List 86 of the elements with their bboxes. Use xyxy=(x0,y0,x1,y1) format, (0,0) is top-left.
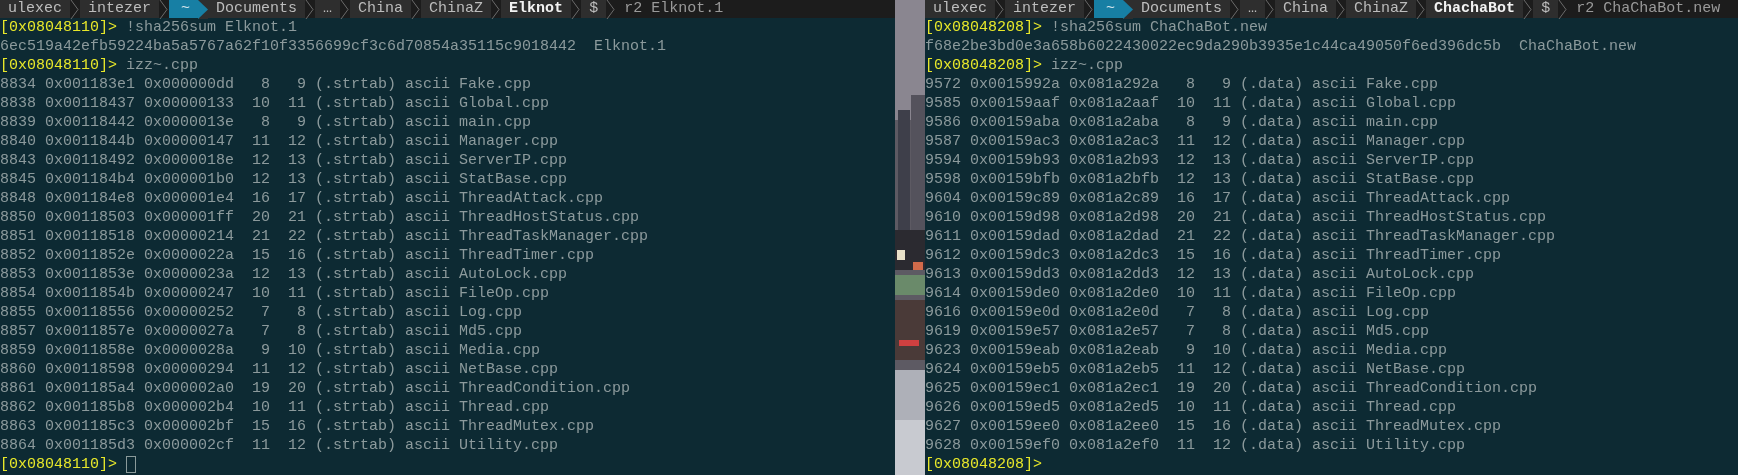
output-line: 8850 0x00118503 0x000001ff 20 21 (.strtab) ascii ThreadHostStatus.cpp xyxy=(0,208,640,227)
path-segment: ChinaZ xyxy=(1346,0,1417,18)
output-line: 8851 0x00118518 0x00000214 21 22 (.strtab) ascii ThreadTaskManager.cpp xyxy=(0,227,649,246)
command-text: !sha256sum ChaChaBot.new xyxy=(1050,18,1268,37)
output-line: 9616 0x00159e0d 0x081a2e0d 7 8 (.data) ascii Log.cpp xyxy=(925,303,1430,322)
output-line: 8834 0x001183e1 0x000000dd 8 9 (.strtab) ascii Fake.cpp xyxy=(0,75,532,94)
chevron-icon xyxy=(70,0,80,19)
chevron-icon xyxy=(995,0,1005,19)
command-text: izz~.cpp xyxy=(125,56,199,75)
path-segment: … xyxy=(315,0,341,18)
path-segment: … xyxy=(1240,0,1266,18)
output-line: 8861 0x001185a4 0x000002a0 19 20 (.strtab) ascii ThreadCondition.cpp xyxy=(0,379,631,398)
chevron-icon xyxy=(1230,0,1241,19)
output-line: 9625 0x00159ec1 0x081a2ec1 19 20 (.data) ascii ThreadCondition.cpp xyxy=(925,379,1538,398)
output-line: 8845 0x001184b4 0x000001b0 12 13 (.strtab) ascii StatBase.cpp xyxy=(0,170,568,189)
output-line: 8863 0x001185c3 0x000002bf 15 16 (.strtab) ascii ThreadMutex.cpp xyxy=(0,417,595,436)
chevron-icon xyxy=(1084,0,1095,19)
chevron-icon xyxy=(1523,0,1534,19)
output-line: 9628 0x00159ef0 0x081a2ef0 11 12 (.data) ascii Utility.cpp xyxy=(925,436,1466,455)
output-line: 8859 0x0011858e 0x0000028a 9 10 (.strtab) ascii Media.cpp xyxy=(0,341,541,360)
output-line: 8838 0x00118437 0x00000133 10 11 (.strtab) ascii Global.cpp xyxy=(0,94,550,113)
prompt-text: [0x08048110]> xyxy=(0,18,118,37)
path-segment: Elknot xyxy=(501,0,572,18)
output-line: 9572 0x0015992a 0x081a292a 8 9 (.data) ascii Fake.cpp xyxy=(925,75,1439,94)
chevron-icon xyxy=(1416,0,1427,19)
chevron-icon xyxy=(1558,0,1569,19)
prompt-text: [0x08048110]> xyxy=(0,56,118,75)
output-line: 9585 0x00159aaf 0x081a2aaf 10 11 (.data) ascii Global.cpp xyxy=(925,94,1457,113)
output-line: 9619 0x00159e57 0x081a2e57 7 8 (.data) ascii Md5.cpp xyxy=(925,322,1430,341)
output-line: 9598 0x00159bfb 0x081a2bfb 12 13 (.data) ascii StatBase.cpp xyxy=(925,170,1475,189)
output-line: 8855 0x00118556 0x00000252 7 8 (.strtab) ascii Log.cpp xyxy=(0,303,523,322)
output-line: 8860 0x00118598 0x00000294 11 12 (.strtab) ascii NetBase.cpp xyxy=(0,360,559,379)
path-segment: ulexec xyxy=(0,0,70,18)
path-segment: Documents xyxy=(1133,0,1231,18)
chevron-icon xyxy=(411,0,422,19)
command-text: r2 Elknot.1 xyxy=(624,0,724,18)
prompt-text: [0x08048208]> xyxy=(925,56,1043,75)
path-segment: $ xyxy=(1533,0,1559,18)
output-line: 9612 0x00159dc3 0x081a2dc3 15 16 (.data) ascii ThreadTimer.cpp xyxy=(925,246,1502,265)
chevron-icon xyxy=(491,0,502,19)
output-line: 8840 0x0011844b 0x00000147 11 12 (.strtab) ascii Manager.cpp xyxy=(0,132,559,151)
prompt-text: [0x08048208]> xyxy=(925,455,1043,474)
chevron-icon xyxy=(305,0,316,19)
output-line: 8848 0x001184e8 0x000001e4 16 17 (.strtab) ascii ThreadAttack.cpp xyxy=(0,189,604,208)
output-line: 8854 0x0011854b 0x00000247 10 11 (.strtab) ascii FileOp.cpp xyxy=(0,284,550,303)
output-line: 9610 0x00159d98 0x081a2d98 20 21 (.data) ascii ThreadHostStatus.cpp xyxy=(925,208,1547,227)
chevron-icon xyxy=(1265,0,1276,19)
chevron-icon xyxy=(159,0,170,19)
output-line: 9623 0x00159eab 0x081a2eab 9 10 (.data) ascii Media.cpp xyxy=(925,341,1448,360)
chevron-icon xyxy=(606,0,617,19)
path-segment: Documents xyxy=(208,0,306,18)
command-text: !sha256sum Elknot.1 xyxy=(125,18,298,37)
output-line: 8857 0x0011857e 0x0000027a 7 8 (.strtab) ascii Md5.cpp xyxy=(0,322,523,341)
output-line: 9586 0x00159aba 0x081a2aba 8 9 (.data) ascii main.cpp xyxy=(925,113,1439,132)
path-segment: China xyxy=(350,0,412,18)
path-segment: ulexec xyxy=(925,0,995,18)
output-line: 8853 0x0011853e 0x0000023a 12 13 (.strtab) ascii AutoLock.cpp xyxy=(0,265,568,284)
output-line: 9624 0x00159eb5 0x081a2eb5 11 12 (.data) ascii NetBase.cpp xyxy=(925,360,1466,379)
output-line: 8839 0x00118442 0x0000013e 8 9 (.strtab) ascii main.cpp xyxy=(0,113,532,132)
chevron-icon xyxy=(571,0,582,19)
output-line: 9614 0x00159de0 0x081a2de0 10 11 (.data) ascii FileOp.cpp xyxy=(925,284,1457,303)
path-segment: ChinaZ xyxy=(421,0,492,18)
chevron-icon xyxy=(1336,0,1347,19)
path-segment: $ xyxy=(581,0,607,18)
output-line: 9627 0x00159ee0 0x081a2ee0 15 16 (.data) ascii ThreadMutex.cpp xyxy=(925,417,1502,436)
path-segment: China xyxy=(1275,0,1337,18)
output-line: 9587 0x00159ac3 0x081a2ac3 11 12 (.data) ascii Manager.cpp xyxy=(925,132,1466,151)
command-text: izz~.cpp xyxy=(1050,56,1124,75)
output-line: 6ec519a42efb59224ba5a5767a62f10f3356699cf3c6d70854a35115c9018442 Elknot.1 xyxy=(0,37,667,56)
chevron-icon xyxy=(340,0,351,19)
path-segment: intezer xyxy=(1005,0,1085,18)
output-line: 9626 0x00159ed5 0x081a2ed5 10 11 (.data) ascii Thread.cpp xyxy=(925,398,1457,417)
output-line: 9594 0x00159b93 0x081a2b93 12 13 (.data) ascii ServerIP.cpp xyxy=(925,151,1475,170)
prompt-text: [0x08048208]> xyxy=(925,18,1043,37)
command-text: r2 ChaChaBot.new xyxy=(1576,0,1721,18)
output-line: 8852 0x0011852e 0x0000022a 15 16 (.strtab) ascii ThreadTimer.cpp xyxy=(0,246,595,265)
output-line: 8843 0x00118492 0x0000018e 12 13 (.strtab) ascii ServerIP.cpp xyxy=(0,151,568,170)
output-line: f68e2be3bd0e3a658b6022430022ec9da290b3935e1c44ca49050f6ed396dc5b ChaChaBot.new xyxy=(925,37,1637,56)
output-line: 8864 0x001185d3 0x000002cf 11 12 (.strtab) ascii Utility.cpp xyxy=(0,436,559,455)
output-line: 9613 0x00159dd3 0x081a2dd3 12 13 (.data) ascii AutoLock.cpp xyxy=(925,265,1475,284)
path-segment: ChachaBot xyxy=(1426,0,1524,18)
output-line: 8862 0x001185b8 0x000002b4 10 11 (.strtab) ascii Thread.cpp xyxy=(0,398,550,417)
path-segment: intezer xyxy=(80,0,160,18)
output-line: 9604 0x00159c89 0x081a2c89 16 17 (.data) ascii ThreadAttack.cpp xyxy=(925,189,1511,208)
output-line: 9611 0x00159dad 0x081a2dad 21 22 (.data) ascii ThreadTaskManager.cpp xyxy=(925,227,1556,246)
prompt-text: [0x08048110]> xyxy=(0,455,118,474)
